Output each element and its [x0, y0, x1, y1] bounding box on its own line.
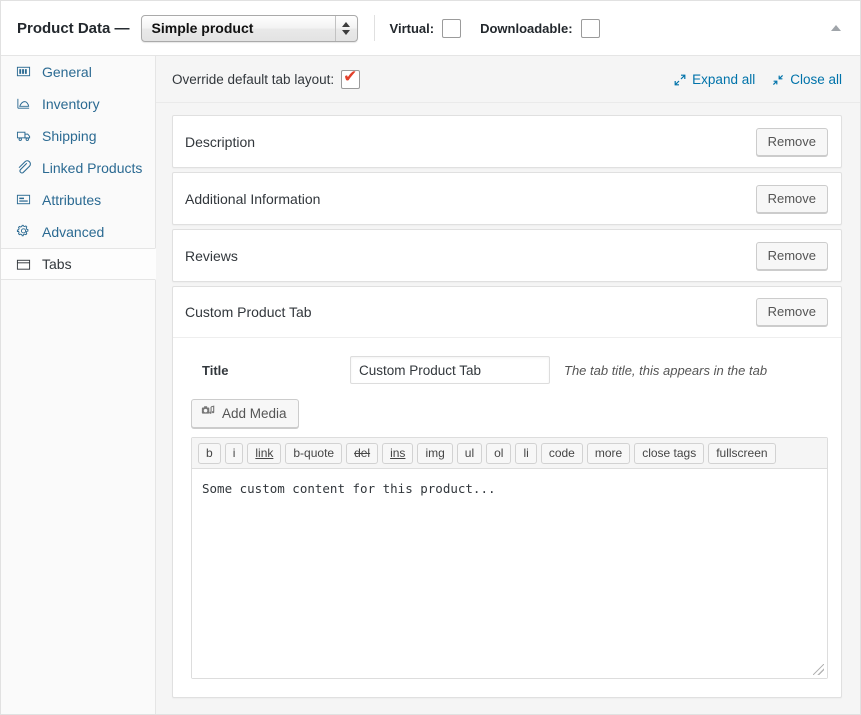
expand-all-link[interactable]: Expand all — [674, 72, 755, 87]
tab-panel-header[interactable]: Additional Information Remove — [173, 173, 841, 224]
tab-panel-title: Additional Information — [185, 190, 321, 207]
stepper-arrows-icon — [334, 15, 357, 41]
tab-panel-header[interactable]: Description Remove — [173, 116, 841, 167]
virtual-label: Virtual: — [389, 20, 435, 36]
quicktag-close-tags[interactable]: close tags — [634, 443, 705, 464]
sidebar-item-label: Shipping — [42, 127, 97, 144]
override-checkbox[interactable] — [341, 67, 361, 89]
virtual-checkbox[interactable] — [442, 18, 462, 38]
override-row: Override default tab layout: Expand all … — [156, 56, 860, 103]
sidebar-item-tabs[interactable]: Tabs — [1, 248, 156, 280]
sidebar-item-label: Tabs — [42, 256, 72, 272]
title-field-label: Title — [202, 362, 229, 378]
product-data-tabs-nav: General Inventory Shipping Linked Produc… — [1, 56, 156, 714]
quicktag-i[interactable]: i — [224, 443, 244, 464]
downloadable-checkbox-group: Downloadable: — [480, 18, 600, 38]
quicktag-ul[interactable]: ul — [456, 443, 483, 464]
quicktag-fullscreen[interactable]: fullscreen — [708, 443, 776, 464]
title-field-row: Title The tab title, this appears in the… — [185, 356, 828, 399]
sidebar-item-label: Inventory — [42, 95, 100, 112]
tab-panel-title: Reviews — [185, 247, 238, 264]
expand-arrows-icon — [674, 74, 686, 86]
quicktag-img[interactable]: img — [417, 443, 453, 464]
quicktag-b-quote[interactable]: b-quote — [285, 443, 343, 464]
sidebar-item-shipping[interactable]: Shipping — [1, 120, 155, 152]
tab-panel-custom-product-tab: Custom Product Tab Remove Title The tab … — [172, 286, 842, 698]
virtual-checkbox-group: Virtual: — [389, 18, 462, 38]
sidebar-item-linked-products[interactable]: Linked Products — [1, 152, 155, 184]
sidebar-item-label: Attributes — [42, 191, 102, 208]
override-label: Override default tab layout: — [172, 72, 335, 87]
product-data-metabox: Product Data — Simple product Virtual: D… — [0, 0, 861, 715]
sidebar-item-attributes[interactable]: Attributes — [1, 184, 155, 216]
tab-panel-description: Description Remove — [172, 115, 842, 168]
add-media-button[interactable]: Add Media — [191, 399, 299, 428]
inventory-chart-icon — [15, 95, 32, 112]
media-icon — [201, 400, 215, 427]
remove-button[interactable]: Remove — [755, 184, 828, 213]
quicktag-more[interactable]: more — [586, 443, 631, 464]
tab-panel-reviews: Reviews Remove — [172, 229, 842, 282]
quicktag-code[interactable]: code — [540, 443, 583, 464]
tab-content-textarea[interactable]: Some custom content for this product... — [192, 469, 827, 678]
panel-actions: Expand all Close all — [674, 72, 842, 87]
sidebar-item-label: General — [42, 63, 92, 80]
quicktags-toolbar: b i link b-quote del ins img ul ol li co — [192, 438, 827, 469]
downloadable-checkbox[interactable] — [580, 18, 600, 38]
remove-button[interactable]: Remove — [755, 127, 828, 156]
remove-button[interactable]: Remove — [755, 241, 828, 270]
metabox-header: Product Data — Simple product Virtual: D… — [1, 1, 860, 56]
page-title: Product Data — — [17, 19, 130, 37]
sidebar-item-label: Linked Products — [42, 159, 143, 176]
content-editor: b i link b-quote del ins img ul ol li co — [191, 437, 828, 679]
general-icon — [15, 63, 32, 80]
quicktag-del[interactable]: del — [346, 443, 379, 464]
remove-button[interactable]: Remove — [755, 298, 828, 326]
paperclip-icon — [15, 159, 32, 176]
add-media-label: Add Media — [222, 406, 287, 421]
tabs-window-icon — [15, 256, 32, 273]
tab-panel-title: Description — [185, 133, 256, 150]
downloadable-label: Downloadable: — [480, 20, 573, 36]
sidebar-item-inventory[interactable]: Inventory — [1, 88, 155, 120]
tab-panel-additional-information: Additional Information Remove — [172, 172, 842, 225]
sidebar-item-label: Advanced — [42, 223, 105, 240]
expand-all-label: Expand all — [692, 72, 756, 87]
title-field-hint: The tab title, this appears in the tab — [564, 362, 768, 378]
tabs-panel-content: Override default tab layout: Expand all … — [156, 56, 860, 714]
add-tab-row: Add Custom Tab — [156, 702, 860, 714]
quicktag-ol[interactable]: ol — [486, 443, 512, 464]
quicktag-ins[interactable]: ins — [382, 443, 414, 464]
gear-icon — [15, 223, 32, 240]
quicktag-b[interactable]: b — [198, 443, 221, 464]
product-type-select[interactable]: Simple product — [140, 14, 358, 42]
caret-up-icon[interactable] — [828, 20, 844, 36]
sidebar-item-advanced[interactable]: Advanced — [1, 216, 155, 248]
quicktag-li[interactable]: li — [515, 443, 537, 464]
metabox-body: General Inventory Shipping Linked Produc… — [1, 56, 860, 714]
tab-panel-title: Custom Product Tab — [185, 304, 312, 320]
add-media-row: Add Media — [185, 399, 828, 437]
tab-title-input[interactable] — [350, 356, 550, 384]
shipping-truck-icon — [15, 127, 32, 144]
custom-tab-fields: Title The tab title, this appears in the… — [173, 338, 841, 697]
close-all-label: Close all — [790, 72, 842, 87]
close-all-link[interactable]: Close all — [772, 72, 842, 87]
collapse-arrows-icon — [772, 74, 784, 86]
sidebar-item-general[interactable]: General — [1, 56, 155, 88]
header-divider — [373, 15, 375, 41]
tab-panels-list: Description Remove Additional Informatio… — [156, 103, 860, 698]
quicktag-link[interactable]: link — [247, 443, 282, 464]
product-type-value: Simple product — [151, 19, 254, 36]
tab-panel-header[interactable]: Custom Product Tab Remove — [173, 287, 841, 338]
tab-panel-header[interactable]: Reviews Remove — [173, 230, 841, 281]
attributes-icon — [15, 191, 32, 208]
